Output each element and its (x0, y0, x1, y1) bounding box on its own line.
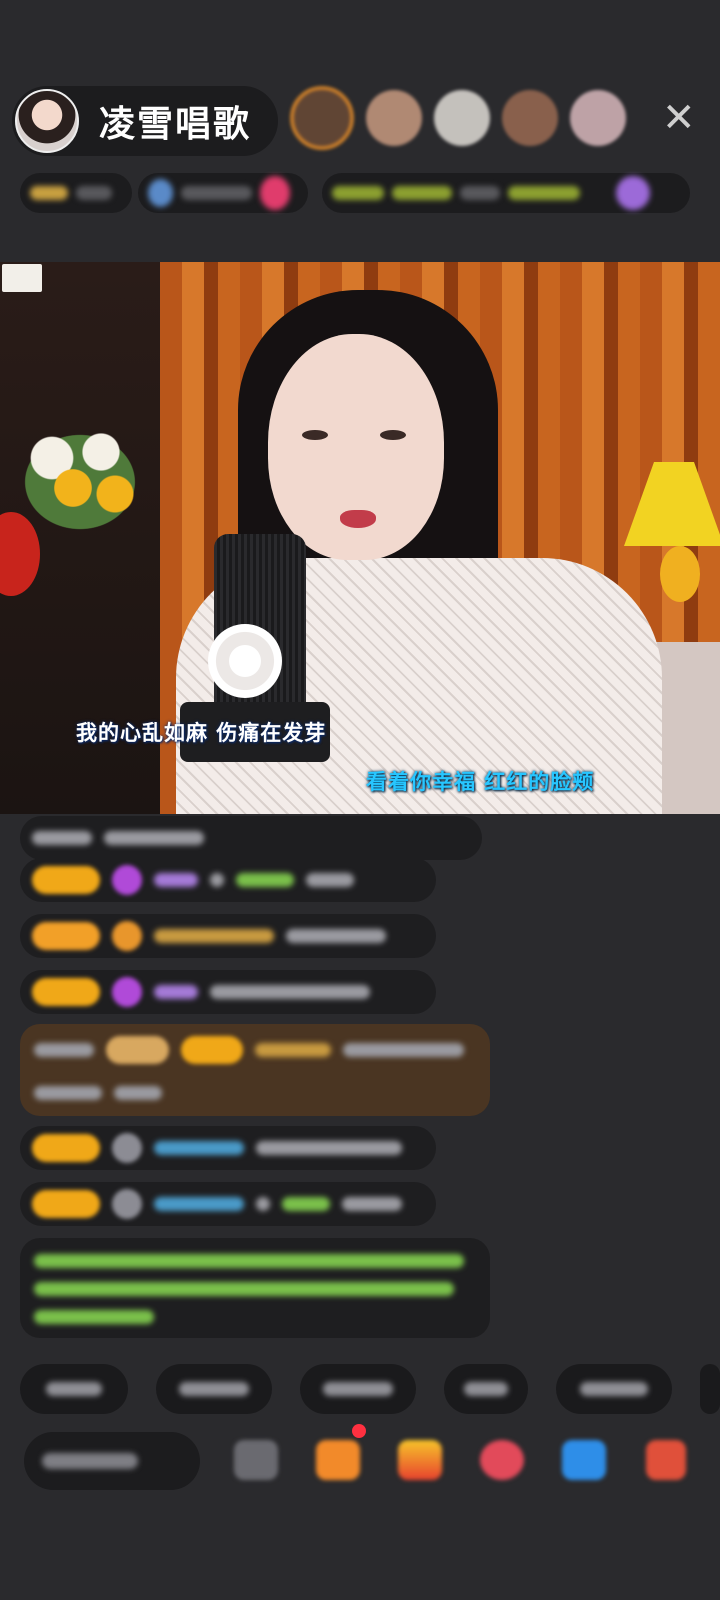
system-notice (20, 1238, 490, 1338)
mouth (340, 510, 376, 528)
viewer-avatar[interactable] (434, 90, 490, 146)
viewer-avatar[interactable] (366, 90, 422, 146)
viewer-avatar[interactable] (290, 86, 354, 150)
chat-message[interactable] (20, 1182, 436, 1226)
chat-message[interactable] (20, 1126, 436, 1170)
lamp-base (660, 546, 700, 602)
tags-pill[interactable] (322, 173, 690, 213)
ticket-icon[interactable] (398, 1440, 442, 1480)
quick-reply-chip[interactable] (156, 1364, 272, 1414)
quick-reply-chip[interactable] (444, 1364, 528, 1414)
lyric-line-2: 看着你幸福 红红的脸颊 (366, 770, 595, 794)
camellia-flower (208, 624, 282, 698)
fans-pill[interactable] (138, 173, 308, 213)
chat-message[interactable] (20, 858, 436, 902)
quick-reply-row (20, 1364, 720, 1414)
lyric-line-1: 我的心乱如麻 伤痛在发芽 (76, 721, 327, 745)
gift-chat-message[interactable] (20, 1024, 490, 1116)
viewer-avatar[interactable] (502, 90, 558, 146)
top-viewers-list (290, 86, 638, 150)
live-video[interactable]: 我的心乱如麻 伤痛在发芽 看着你幸福 红红的脸颊 (0, 262, 720, 814)
host-name: 凌雪唱歌 (99, 104, 252, 145)
bottom-toolbar (0, 1424, 720, 1520)
quick-reply-chip[interactable] (20, 1364, 128, 1414)
game-controller-icon[interactable] (562, 1440, 606, 1480)
notification-dot (352, 1424, 366, 1438)
heart-icon[interactable] (480, 1440, 524, 1480)
singer-face (268, 334, 444, 560)
quick-reply-chip[interactable] (700, 1364, 720, 1414)
eye (380, 430, 406, 440)
viewer-avatar[interactable] (570, 90, 626, 146)
close-icon[interactable]: ✕ (662, 98, 696, 138)
shop-icon[interactable] (646, 1440, 686, 1480)
quick-reply-chip[interactable] (556, 1364, 672, 1414)
lamp (624, 462, 720, 546)
gift-box-icon[interactable] (316, 1440, 360, 1480)
chat-message[interactable] (20, 914, 436, 958)
chat-message[interactable] (20, 970, 436, 1014)
room-info-row (20, 170, 690, 216)
chat-message[interactable] (20, 816, 482, 860)
rank-pill[interactable] (20, 173, 132, 213)
quick-reply-chip[interactable] (300, 1364, 416, 1414)
eye (302, 430, 328, 440)
emoji-icon[interactable] (234, 1440, 278, 1480)
host-avatar[interactable] (15, 89, 79, 153)
channel-logo (2, 264, 42, 292)
chat-input[interactable] (24, 1432, 200, 1490)
host-info[interactable]: 凌雪唱歌 (12, 86, 278, 156)
